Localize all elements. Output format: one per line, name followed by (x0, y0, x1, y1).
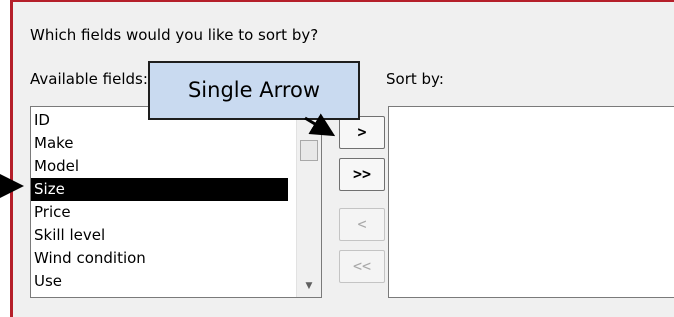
scroll-down-arrow-icon[interactable]: ▼ (297, 277, 321, 295)
available-fields-scrollbar[interactable]: ▼ (296, 107, 321, 297)
add-one-field-button[interactable]: > (339, 116, 385, 149)
sort-by-label: Sort by: (386, 70, 444, 88)
field-item-use[interactable]: Use (31, 270, 288, 293)
single-arrow-callout: Single Arrow (148, 61, 360, 120)
field-item-skill-level[interactable]: Skill level (31, 224, 288, 247)
available-fields-label: Available fields: (30, 70, 148, 88)
field-item-wind-condition[interactable]: Wind condition (31, 247, 288, 270)
sort-by-list[interactable] (388, 106, 674, 298)
field-item-size-selected[interactable]: Size (31, 178, 288, 201)
scrollbar-thumb[interactable] (300, 140, 318, 161)
field-item-price[interactable]: Price (31, 201, 288, 224)
available-fields-list[interactable]: ID Make Model Size Price Skill level Win… (30, 106, 322, 298)
field-item-model[interactable]: Model (31, 155, 288, 178)
remove-one-field-button[interactable]: < (339, 208, 385, 241)
sort-wizard-dialog: Which fields would you like to sort by? … (10, 0, 674, 317)
remove-all-fields-button[interactable]: << (339, 250, 385, 283)
add-all-fields-button[interactable]: >> (339, 158, 385, 191)
field-item-make[interactable]: Make (31, 132, 288, 155)
sort-question: Which fields would you like to sort by? (30, 26, 319, 44)
